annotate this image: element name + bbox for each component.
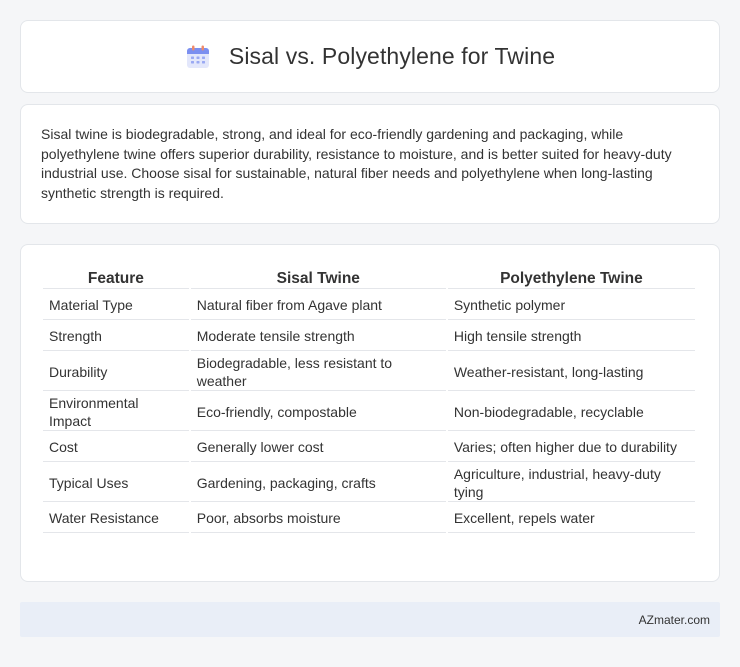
polyethylene-cell: High tensile strength (447, 322, 695, 351)
polyethylene-cell: Excellent, repels water (447, 504, 695, 533)
comparison-table-card: Feature Sisal Twine Polyethylene Twine M… (20, 244, 720, 582)
summary-card: Sisal twine is biodegradable, strong, an… (20, 104, 720, 224)
polyethylene-cell: Varies; often higher due to durability (447, 433, 695, 462)
table-row: Typical Uses Gardening, packaging, craft… (43, 464, 695, 502)
header-polyethylene: Polyethylene Twine (447, 267, 695, 289)
title-wrap: Sisal vs. Polyethylene for Twine (185, 43, 555, 70)
sisal-cell: Eco-friendly, compostable (190, 393, 446, 431)
feature-cell: Material Type (43, 291, 189, 320)
sisal-cell: Biodegradable, less resistant to weather (190, 353, 446, 391)
polyethylene-cell: Synthetic polymer (447, 291, 695, 320)
sisal-cell: Generally lower cost (190, 433, 446, 462)
sisal-cell: Moderate tensile strength (190, 322, 446, 351)
feature-cell: Strength (43, 322, 189, 351)
table-row: Durability Biodegradable, less resistant… (43, 353, 695, 391)
feature-cell: Durability (43, 353, 189, 391)
header-sisal: Sisal Twine (190, 267, 446, 289)
feature-cell: Cost (43, 433, 189, 462)
feature-cell: Water Resistance (43, 504, 189, 533)
footer-brand[interactable]: AZmater.com (639, 613, 710, 627)
feature-cell: Environmental Impact (43, 393, 189, 431)
table-header-row: Feature Sisal Twine Polyethylene Twine (43, 267, 695, 289)
polyethylene-cell: Agriculture, industrial, heavy-duty tyin… (447, 464, 695, 502)
header-card: Sisal vs. Polyethylene for Twine (20, 20, 720, 93)
table-row: Cost Generally lower cost Varies; often … (43, 433, 695, 462)
polyethylene-cell: Non-biodegradable, recyclable (447, 393, 695, 431)
footer-bar: AZmater.com (20, 602, 720, 637)
sisal-cell: Natural fiber from Agave plant (190, 291, 446, 320)
table-row: Material Type Natural fiber from Agave p… (43, 291, 695, 320)
polyethylene-cell: Weather-resistant, long-lasting (447, 353, 695, 391)
table-row: Strength Moderate tensile strength High … (43, 322, 695, 351)
sisal-cell: Gardening, packaging, crafts (190, 464, 446, 502)
calendar-icon (186, 45, 209, 68)
header-feature: Feature (43, 267, 189, 289)
comparison-table: Feature Sisal Twine Polyethylene Twine M… (41, 265, 697, 535)
summary-text: Sisal twine is biodegradable, strong, an… (41, 126, 672, 201)
table-row: Water Resistance Poor, absorbs moisture … (43, 504, 695, 533)
feature-cell: Typical Uses (43, 464, 189, 502)
sisal-cell: Poor, absorbs moisture (190, 504, 446, 533)
page-title: Sisal vs. Polyethylene for Twine (228, 43, 556, 69)
table-row: Environmental Impact Eco-friendly, compo… (43, 393, 695, 431)
